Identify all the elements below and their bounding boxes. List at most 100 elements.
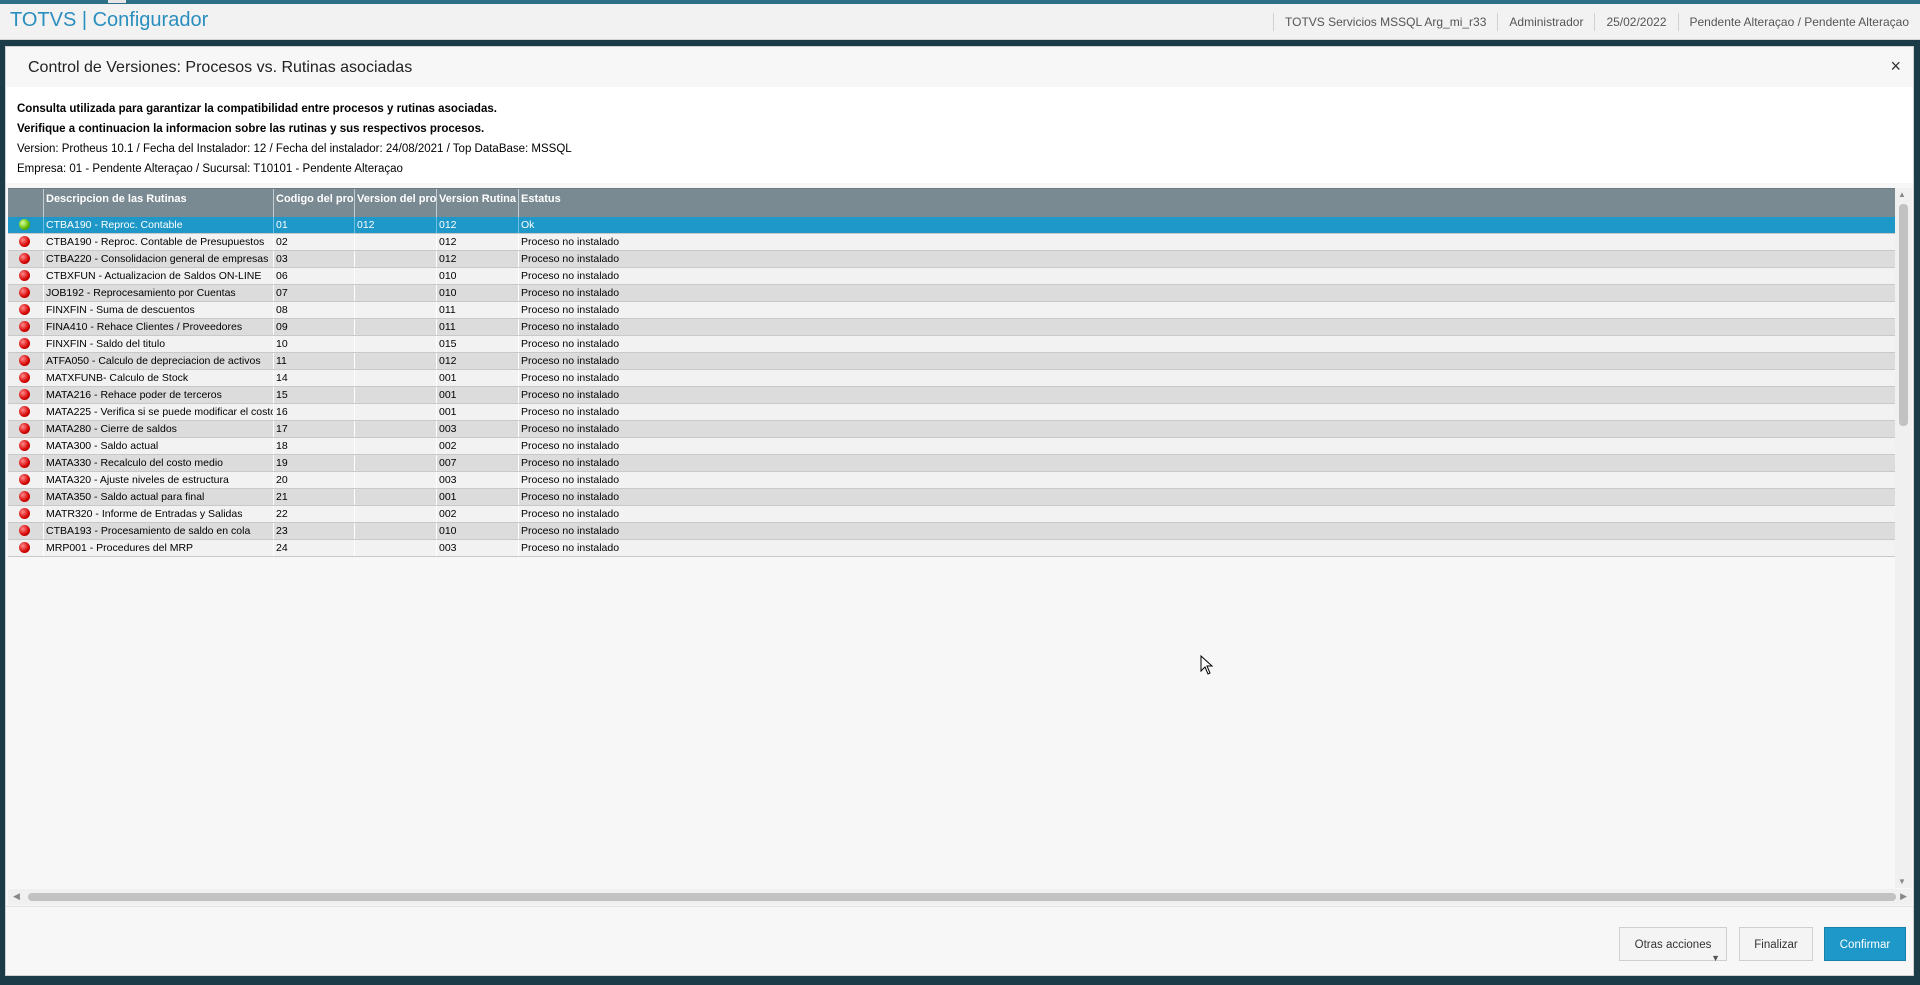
date-label[interactable]: 25/02/2022 (1594, 12, 1677, 31)
table-row[interactable]: MATA320 - Ajuste niveles de estructura 20… (8, 472, 1895, 489)
cell-codigo: 01 (273, 217, 354, 233)
cell-estatus: Proceso no instalado (518, 285, 1895, 301)
scroll-left-icon[interactable]: ◀ (13, 891, 20, 902)
cell-codigo: 03 (273, 251, 354, 267)
table-row[interactable]: ATFA050 - Calculo de depreciacion de act… (8, 353, 1895, 370)
cell-rutina: FINXFIN - Saldo del titulo (43, 336, 273, 352)
cell-codigo: 09 (273, 319, 354, 335)
cell-rutina: FINXFIN - Suma de descuentos (43, 302, 273, 318)
status-error-icon (19, 440, 30, 451)
cell-codigo: 11 (273, 353, 354, 369)
company-label[interactable]: Pendente Alteraçao / Pendente Alteraçao (1677, 12, 1920, 31)
cell-version-rutina: 007 (436, 455, 518, 471)
cell-version-rutina: 012 (436, 251, 518, 267)
table-row[interactable]: CTBA193 - Procesamiento de saldo en cola… (8, 523, 1895, 540)
cell-rutina: MATA216 - Rehace poder de terceros (43, 387, 273, 403)
environment-label[interactable]: TOTVS Servicios MSSQL Arg_mi_r33 (1273, 12, 1497, 31)
cell-version-rutina: 012 (436, 234, 518, 250)
user-label[interactable]: Administrador (1497, 12, 1594, 31)
cell-version-proceso (354, 387, 436, 403)
finalizar-button[interactable]: Finalizar (1739, 927, 1813, 961)
table-row[interactable]: CTBA190 - Reproc. Contable de Presupuest… (8, 234, 1895, 251)
status-error-icon (19, 270, 30, 281)
cell-estatus: Proceso no instalado (518, 387, 1895, 403)
cell-codigo: 18 (273, 438, 354, 454)
cell-version-proceso (354, 370, 436, 386)
status-error-icon (19, 372, 30, 383)
column-header-codigo[interactable]: Codigo del proceso (273, 189, 354, 217)
table-row[interactable]: CTBXFUN - Actualizacion de Saldos ON-LIN… (8, 268, 1895, 285)
cell-version-proceso: 012 (354, 217, 436, 233)
table-row[interactable]: FINXFIN - Saldo del titulo 10 015 Proceso n… (8, 336, 1895, 353)
close-icon[interactable]: × (1890, 56, 1901, 77)
table-row[interactable]: MATXFUNB- Calculo de Stock 14 001 Proceso n… (8, 370, 1895, 387)
routines-grid[interactable]: Descripcion de las Rutinas Codigo del pr… (8, 188, 1895, 889)
cell-version-proceso (354, 302, 436, 318)
cell-codigo: 20 (273, 472, 354, 488)
cell-rutina: FINA410 - Rehace Clientes / Proveedores (43, 319, 273, 335)
cell-estatus: Proceso no instalado (518, 251, 1895, 267)
table-row[interactable]: MATA225 - Verifica si se puede modificar… (8, 404, 1895, 421)
cell-version-rutina: 002 (436, 506, 518, 522)
cell-estatus: Ok (518, 217, 1895, 233)
app-title: TOTVS | Configurador (10, 9, 209, 31)
cell-rutina: CTBA193 - Procesamiento de saldo en cola (43, 523, 273, 539)
column-header-version-rutina[interactable]: Version Rutina (436, 189, 518, 217)
scroll-up-icon[interactable]: ▲ (1898, 190, 1906, 199)
table-row[interactable]: MATA300 - Saldo actual 18 002 Proceso no in… (8, 438, 1895, 455)
status-error-icon (19, 253, 30, 264)
grid-header: Descripcion de las Rutinas Codigo del pr… (8, 189, 1895, 217)
table-row[interactable]: CTBA190 - Reproc. Contable 01 012 012 Ok (8, 217, 1895, 234)
cell-version-proceso (354, 285, 436, 301)
table-row[interactable]: MATA330 - Recalculo del costo medio 19 007… (8, 455, 1895, 472)
cell-codigo: 08 (273, 302, 354, 318)
column-header-status-icon[interactable] (8, 189, 43, 217)
scroll-right-icon[interactable]: ▶ (1900, 891, 1907, 902)
column-header-estatus[interactable]: Estatus (518, 189, 1895, 217)
otras-acciones-label: Otras acciones (1634, 939, 1712, 951)
cell-version-proceso (354, 319, 436, 335)
cell-estatus: Proceso no instalado (518, 319, 1895, 335)
table-row[interactable]: JOB192 - Reprocesamiento por Cuentas 07 01… (8, 285, 1895, 302)
table-row[interactable]: FINXFIN - Suma de descuentos 08 011 Proceso… (8, 302, 1895, 319)
cell-codigo: 15 (273, 387, 354, 403)
table-row[interactable]: MATA216 - Rehace poder de terceros 15 001 P… (8, 387, 1895, 404)
otras-acciones-button[interactable]: Otras acciones ▼ (1619, 927, 1727, 963)
vertical-scroll-thumb[interactable] (1899, 204, 1908, 426)
column-header-version-proceso[interactable]: Version del proceso (354, 189, 436, 217)
company-info: Empresa: 01 - Pendente Alteraçao / Sucur… (17, 163, 403, 175)
column-header-rutina[interactable]: Descripcion de las Rutinas (43, 189, 273, 217)
mouse-cursor-icon (1200, 655, 1214, 675)
cell-estatus: Proceso no instalado (518, 489, 1895, 505)
status-error-icon (19, 406, 30, 417)
cell-codigo: 17 (273, 421, 354, 437)
cell-version-rutina: 010 (436, 523, 518, 539)
table-row[interactable]: MATA280 - Cierre de saldos 17 003 Proceso n… (8, 421, 1895, 438)
cell-version-proceso (354, 404, 436, 420)
cell-rutina: CTBA190 - Reproc. Contable (43, 217, 273, 233)
cell-rutina: MATA280 - Cierre de saldos (43, 421, 273, 437)
vertical-scrollbar[interactable]: ▲ ▼ (1895, 188, 1912, 888)
confirmar-button[interactable]: Confirmar (1824, 927, 1906, 961)
horizontal-scroll-thumb[interactable] (28, 893, 1896, 901)
cell-version-rutina: 012 (436, 353, 518, 369)
table-row[interactable]: MATA350 - Saldo actual para final 21 001 Pr… (8, 489, 1895, 506)
cell-version-rutina: 011 (436, 302, 518, 318)
cell-rutina: MATA330 - Recalculo del costo medio (43, 455, 273, 471)
cell-estatus: Proceso no instalado (518, 421, 1895, 437)
status-error-icon (19, 304, 30, 315)
status-error-icon (19, 423, 30, 434)
table-row[interactable]: MRP001 - Procedures del MRP 24 003 Proceso … (8, 540, 1895, 557)
cell-estatus: Proceso no instalado (518, 268, 1895, 284)
cell-rutina: CTBXFUN - Actualizacion de Saldos ON-LIN… (43, 268, 273, 284)
version-control-dialog: Control de Versiones: Procesos vs. Rutin… (5, 46, 1914, 976)
cell-version-proceso (354, 268, 436, 284)
scroll-down-icon[interactable]: ▼ (1898, 877, 1906, 886)
cell-version-proceso (354, 489, 436, 505)
horizontal-scrollbar[interactable]: ◀ ▶ (8, 889, 1912, 905)
cell-version-rutina: 011 (436, 319, 518, 335)
table-row[interactable]: MATR320 - Informe de Entradas y Salidas 2… (8, 506, 1895, 523)
cell-version-proceso (354, 540, 436, 556)
table-row[interactable]: CTBA220 - Consolidacion general de empre… (8, 251, 1895, 268)
table-row[interactable]: FINA410 - Rehace Clientes / Proveedores 0… (8, 319, 1895, 336)
